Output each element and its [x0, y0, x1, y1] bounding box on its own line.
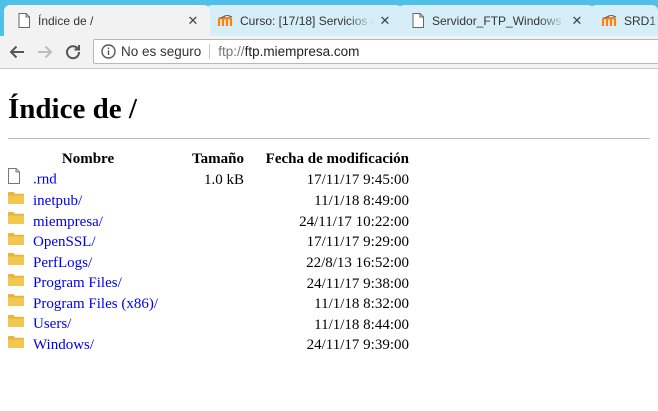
info-icon[interactable] — [100, 44, 116, 60]
date-cell: 22/8/13 16:52:00 — [306, 254, 409, 271]
file-icon — [16, 13, 32, 29]
name-cell: OpenSSL/ — [8, 232, 168, 253]
file-listing-table: Nombre Tamaño Fecha de modificación .rnd… — [8, 150, 409, 356]
name-cell: Users/ — [8, 314, 168, 335]
table-row: inetpub/11/1/18 8:49:00 — [8, 191, 409, 212]
folder-icon — [8, 293, 26, 313]
folder-icon — [8, 191, 26, 211]
date-cell: 11/1/18 8:49:00 — [314, 193, 409, 210]
tab-label: SRD17 — [624, 13, 658, 28]
moodle-icon — [218, 13, 234, 29]
date-cell: 24/11/17 10:22:00 — [299, 213, 409, 230]
table-row: Program Files (x86)/ 11/1/18 8:32:00 — [8, 294, 409, 315]
title-divider — [8, 138, 650, 139]
arrow-right-icon — [38, 45, 53, 59]
size-cell — [168, 294, 244, 315]
size-cell — [168, 191, 244, 212]
column-header-date[interactable]: Fecha de modificación — [244, 150, 409, 169]
name-cell: inetpub/ — [8, 191, 168, 212]
date-cell: 11/1/18 8:44:00 — [314, 316, 409, 333]
date-cell: 11/1/18 8:32:00 — [314, 296, 409, 313]
entry-link[interactable]: inetpub/ — [33, 193, 82, 209]
folder-icon — [8, 335, 26, 355]
date-cell: 24/11/17 9:38:00 — [306, 275, 409, 292]
address-bar[interactable]: No es seguro ftp://ftp.miempresa.com — [93, 39, 658, 64]
close-icon[interactable]: ✕ — [570, 13, 584, 28]
omnibox-divider — [209, 44, 211, 59]
table-row: .rnd 1.0 kB 17/11/17 9:45:00 — [8, 168, 409, 191]
page-content: Índice de / Nombre Tamaño Fecha de modif… — [0, 69, 658, 356]
arrow-left-icon — [9, 45, 24, 59]
tab-indice[interactable]: Índice de / ✕ — [4, 5, 210, 36]
back-button[interactable] — [3, 38, 31, 66]
table-row: Windows/24/11/17 9:39:00 — [8, 335, 409, 356]
entry-link[interactable]: Program Files (x86)/ — [33, 296, 158, 312]
size-cell — [168, 212, 244, 233]
entry-link[interactable]: .rnd — [33, 171, 57, 187]
reload-button[interactable] — [59, 38, 87, 66]
name-cell: miempresa/ — [8, 212, 168, 233]
url-scheme: ftp:// — [218, 44, 245, 59]
file-icon — [8, 168, 26, 190]
name-cell: PerfLogs/ — [8, 253, 168, 274]
folder-icon — [8, 232, 26, 252]
size-cell: 1.0 kB — [203, 172, 244, 188]
moodle-icon — [602, 13, 618, 29]
folder-icon — [8, 314, 26, 334]
tab-label: Índice de / — [38, 13, 94, 28]
file-listing-body: .rnd 1.0 kB 17/11/17 9:45:00 inetpub/11/1/1… — [8, 168, 409, 356]
file-icon — [410, 13, 426, 29]
size-cell — [168, 273, 244, 294]
date-cell: 17/11/17 9:45:00 — [306, 172, 409, 188]
table-row: Program Files/24/11/17 9:38:00 — [8, 273, 409, 294]
table-header-row: Nombre Tamaño Fecha de modificación — [8, 150, 409, 169]
page-title: Índice de / — [8, 93, 137, 125]
date-cell: 24/11/17 9:39:00 — [306, 337, 409, 354]
tab-label: Servidor_FTP_Windows ( — [432, 13, 566, 28]
size-cell — [168, 314, 244, 335]
size-cell — [168, 335, 244, 356]
folder-icon — [8, 252, 26, 272]
entry-link[interactable]: Program Files/ — [33, 275, 122, 291]
date-cell: 17/11/17 9:29:00 — [306, 234, 409, 251]
size-cell — [168, 253, 244, 274]
table-row: OpenSSL/17/11/17 9:29:00 — [8, 232, 409, 253]
tab-strip: Índice de / ✕ Curso: [17/18] Servicios e… — [0, 0, 658, 36]
browser-toolbar: No es seguro ftp://ftp.miempresa.com — [0, 36, 658, 69]
url-host: ftp.miempresa.com — [244, 44, 360, 59]
entry-link[interactable]: Users/ — [33, 316, 71, 332]
tab-srd17[interactable]: SRD17 — [590, 5, 658, 36]
entry-link[interactable]: Windows/ — [33, 337, 94, 353]
tab-servidor[interactable]: Servidor_FTP_Windows ( ✕ — [398, 5, 595, 36]
name-cell: .rnd — [8, 168, 168, 191]
security-label[interactable]: No es seguro — [121, 44, 201, 59]
forward-button[interactable] — [31, 38, 59, 66]
column-header-name[interactable]: Nombre — [8, 150, 168, 169]
tab-curso[interactable]: Curso: [17/18] Servicios en ✕ — [206, 5, 403, 36]
folder-icon — [8, 211, 26, 231]
table-row: miempresa/24/11/17 10:22:00 — [8, 212, 409, 233]
column-header-size[interactable]: Tamaño — [168, 150, 244, 169]
name-cell: Windows/ — [8, 335, 168, 356]
folder-icon — [8, 273, 26, 293]
name-cell: Program Files (x86)/ — [8, 294, 168, 315]
reload-icon — [66, 45, 81, 60]
table-row: Users/11/1/18 8:44:00 — [8, 314, 409, 335]
close-icon[interactable]: ✕ — [186, 13, 200, 28]
entry-link[interactable]: OpenSSL/ — [33, 234, 96, 250]
entry-link[interactable]: PerfLogs/ — [33, 255, 92, 271]
table-row: PerfLogs/22/8/13 16:52:00 — [8, 253, 409, 274]
entry-link[interactable]: miempresa/ — [33, 214, 103, 230]
name-cell: Program Files/ — [8, 273, 168, 294]
close-icon[interactable]: ✕ — [378, 13, 392, 28]
tab-label: Curso: [17/18] Servicios en — [240, 13, 374, 28]
size-cell — [168, 232, 244, 253]
